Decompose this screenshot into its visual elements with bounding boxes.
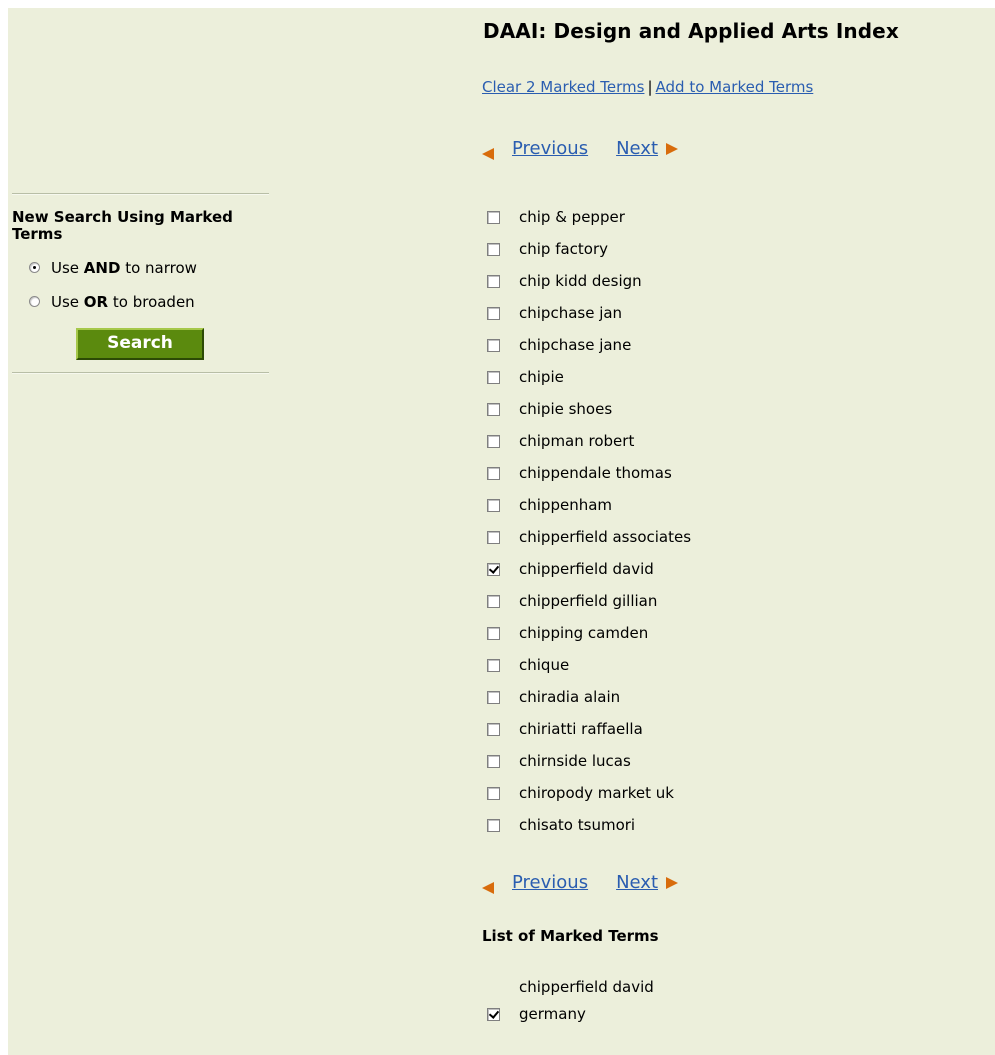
term-checkbox[interactable] bbox=[487, 242, 500, 256]
page-title: DAAI: Design and Applied Arts Index bbox=[483, 19, 899, 43]
term-row[interactable]: chipperfield associates bbox=[487, 521, 691, 553]
term-label: chipie shoes bbox=[519, 400, 613, 418]
next-arrow-icon[interactable] bbox=[666, 142, 679, 155]
term-row[interactable]: chippenham bbox=[487, 489, 691, 521]
previous-arrow-icon[interactable] bbox=[482, 147, 494, 160]
term-row[interactable]: chiriatti raffaella bbox=[487, 713, 691, 745]
pager-top: Previous Next bbox=[482, 138, 679, 160]
term-row[interactable]: chipman robert bbox=[487, 425, 691, 457]
term-checkbox[interactable] bbox=[487, 498, 500, 512]
term-label: chip & pepper bbox=[519, 208, 625, 226]
term-checkbox[interactable] bbox=[487, 466, 500, 480]
and-option-label: Use AND to narrow bbox=[51, 258, 197, 277]
term-row[interactable]: chipperfield gillian bbox=[487, 585, 691, 617]
term-row[interactable]: chipie bbox=[487, 361, 691, 393]
or-radio[interactable] bbox=[29, 296, 40, 307]
term-checkbox[interactable] bbox=[487, 562, 500, 576]
term-label: chip factory bbox=[519, 240, 609, 258]
search-button[interactable]: Search bbox=[76, 328, 204, 360]
term-row[interactable]: chiropody market uk bbox=[487, 777, 691, 809]
term-row[interactable]: chirnside lucas bbox=[487, 745, 691, 777]
term-label: chipperfield gillian bbox=[519, 592, 658, 610]
term-label: chiriatti raffaella bbox=[519, 720, 643, 738]
term-label: chip kidd design bbox=[519, 272, 642, 290]
term-label: chipie bbox=[519, 368, 564, 386]
next-link[interactable]: Next bbox=[616, 872, 658, 893]
term-checkbox[interactable] bbox=[487, 370, 500, 384]
term-checkbox[interactable] bbox=[487, 434, 500, 448]
term-row[interactable]: chipchase jan bbox=[487, 297, 691, 329]
term-row[interactable]: chip & pepper bbox=[487, 201, 691, 233]
term-checkbox[interactable] bbox=[487, 210, 500, 224]
term-checkbox[interactable] bbox=[487, 306, 500, 320]
link-separator: | bbox=[647, 78, 653, 96]
term-checkbox[interactable] bbox=[487, 690, 500, 704]
term-row[interactable]: chipping camden bbox=[487, 617, 691, 649]
sidebar: New Search Using Marked Terms Use AND to… bbox=[12, 193, 269, 374]
marked-terms-title: List of Marked Terms bbox=[482, 927, 659, 945]
term-checkbox[interactable] bbox=[487, 338, 500, 352]
and-option[interactable]: Use AND to narrow bbox=[29, 258, 269, 277]
term-row[interactable]: chip factory bbox=[487, 233, 691, 265]
term-checkbox[interactable] bbox=[487, 402, 500, 416]
sidebar-divider-top bbox=[12, 193, 269, 195]
term-checkbox[interactable] bbox=[487, 722, 500, 736]
term-label: chirnside lucas bbox=[519, 752, 631, 770]
marked-term-text: chipperfield david bbox=[519, 978, 654, 996]
previous-link[interactable]: Previous bbox=[512, 872, 588, 893]
term-checkbox[interactable] bbox=[487, 594, 500, 608]
term-row[interactable]: chipie shoes bbox=[487, 393, 691, 425]
term-label: chisato tsumori bbox=[519, 816, 636, 834]
term-label: chiradia alain bbox=[519, 688, 621, 706]
term-label: chipping camden bbox=[519, 624, 649, 642]
term-checkbox[interactable] bbox=[487, 818, 500, 832]
term-checkbox[interactable] bbox=[487, 754, 500, 768]
or-option-label: Use OR to broaden bbox=[51, 292, 195, 311]
term-label: chipperfield associates bbox=[519, 528, 692, 546]
sidebar-divider-bottom bbox=[12, 372, 269, 374]
term-checkbox[interactable] bbox=[487, 626, 500, 640]
marked-term-row[interactable]: germany bbox=[487, 1005, 586, 1023]
term-row[interactable]: chiradia alain bbox=[487, 681, 691, 713]
term-label: chipchase jan bbox=[519, 304, 623, 322]
term-list: chip & pepper chip factory chip kidd desig… bbox=[487, 201, 691, 841]
marked-term-checkbox[interactable] bbox=[487, 1007, 500, 1021]
previous-arrow-icon[interactable] bbox=[482, 881, 494, 894]
term-checkbox[interactable] bbox=[487, 274, 500, 288]
term-label: chiropody market uk bbox=[519, 784, 674, 802]
term-checkbox[interactable] bbox=[487, 658, 500, 672]
term-row[interactable]: chippendale thomas bbox=[487, 457, 691, 489]
term-label: chipperfield david bbox=[519, 560, 654, 578]
add-to-marked-terms-link[interactable]: Add to Marked Terms bbox=[656, 78, 814, 96]
marked-terms-links: Clear 2 Marked Terms | Add to Marked Terms bbox=[482, 78, 813, 96]
term-checkbox[interactable] bbox=[487, 530, 500, 544]
next-arrow-icon[interactable] bbox=[666, 876, 679, 889]
term-label: chippenham bbox=[519, 496, 613, 514]
term-label: chique bbox=[519, 656, 570, 674]
term-row[interactable]: chisato tsumori bbox=[487, 809, 691, 841]
pager-bottom: Previous Next bbox=[482, 872, 679, 894]
or-option[interactable]: Use OR to broaden bbox=[29, 292, 269, 311]
term-row[interactable]: chipperfield david bbox=[487, 553, 691, 585]
term-label: chipchase jane bbox=[519, 336, 632, 354]
term-label: chippendale thomas bbox=[519, 464, 672, 482]
marked-term-label: germany bbox=[519, 1005, 586, 1023]
term-label: chipman robert bbox=[519, 432, 635, 450]
clear-marked-terms-link[interactable]: Clear 2 Marked Terms bbox=[482, 78, 644, 96]
previous-link[interactable]: Previous bbox=[512, 138, 588, 159]
term-row[interactable]: chipchase jane bbox=[487, 329, 691, 361]
sidebar-title: New Search Using Marked Terms bbox=[12, 208, 233, 243]
term-row[interactable]: chip kidd design bbox=[487, 265, 691, 297]
term-row[interactable]: chique bbox=[487, 649, 691, 681]
next-link[interactable]: Next bbox=[616, 138, 658, 159]
and-radio[interactable] bbox=[29, 262, 40, 273]
term-checkbox[interactable] bbox=[487, 786, 500, 800]
